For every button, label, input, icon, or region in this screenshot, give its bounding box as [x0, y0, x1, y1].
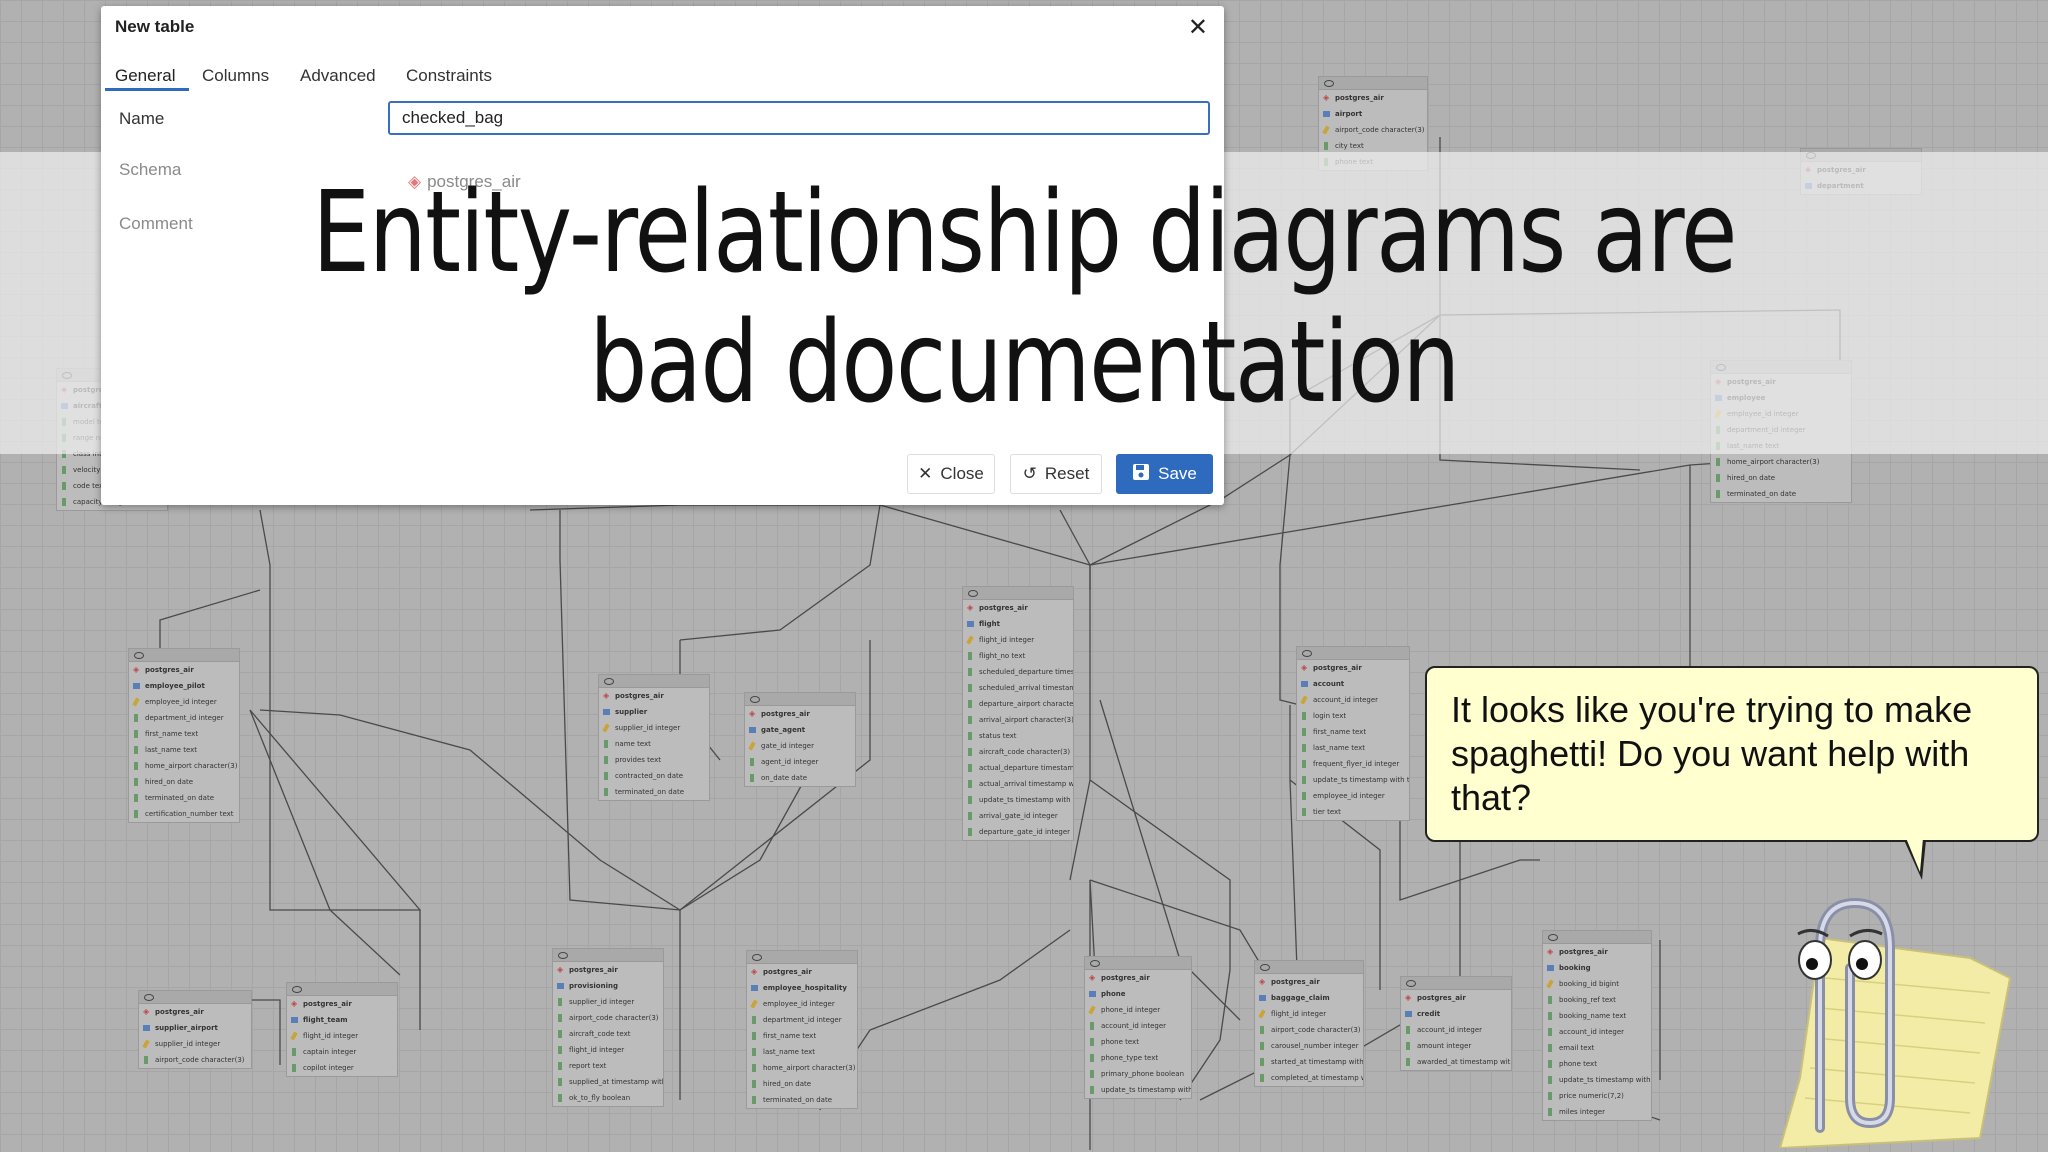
save-button[interactable]: Save — [1116, 454, 1213, 494]
erd-table-flight[interactable]: postgres_airflight flight_id integerflig… — [962, 586, 1074, 841]
close-icon[interactable]: ✕ — [1188, 16, 1208, 40]
erd-table-phone[interactable]: postgres_airphone phone_id integeraccoun… — [1084, 956, 1192, 1099]
headline-line-2: bad documentation — [589, 298, 1460, 428]
reset-icon: ↺ — [1022, 464, 1037, 483]
close-button[interactable]: ✕ Close — [907, 454, 995, 494]
tab-constraints[interactable]: Constraints — [406, 66, 492, 86]
right-eyebrow — [1849, 929, 1883, 938]
tab-advanced[interactable]: Advanced — [300, 66, 376, 86]
headline-line-1: Entity-relationship diagrams are — [312, 168, 1737, 298]
erd-table-booking[interactable]: postgres_airbooking booking_id bigintboo… — [1542, 930, 1652, 1121]
assistant-speech-bubble: It looks like you're trying to make spag… — [1425, 666, 2039, 842]
erd-table-supplier[interactable]: postgres_airsupplier supplier_id integer… — [598, 674, 710, 801]
erd-table-account[interactable]: postgres_airaccount account_id integerlo… — [1296, 646, 1410, 821]
active-tab-indicator — [105, 88, 189, 91]
table-name-input[interactable] — [388, 101, 1210, 135]
erd-table-baggage-claim[interactable]: postgres_airbaggage_claim flight_id inte… — [1254, 960, 1364, 1087]
erd-table-credit[interactable]: postgres_aircredit account_id integeramo… — [1400, 976, 1512, 1071]
tab-general[interactable]: General — [115, 66, 175, 86]
tab-columns[interactable]: Columns — [202, 66, 269, 86]
speech-bubble-tail-fill — [1906, 838, 1923, 872]
dialog-title: New table — [115, 17, 195, 36]
erd-table-supplier-airport[interactable]: postgres_airsupplier_airport supplier_id… — [138, 990, 252, 1069]
close-x-icon: ✕ — [918, 464, 933, 483]
erd-table-provisioning[interactable]: postgres_airprovisioning supplier_id int… — [552, 948, 664, 1107]
erd-table-gate-agent[interactable]: postgres_airgate_agent gate_id integerag… — [744, 692, 856, 787]
headline: Entity-relationship diagrams are bad doc… — [0, 168, 2048, 428]
save-button-label: Save — [1158, 464, 1197, 483]
erd-table-employee-hospitality[interactable]: postgres_airemployee_hospitality employe… — [746, 950, 858, 1109]
left-pupil — [1806, 958, 1818, 970]
reset-button[interactable]: ↺ Reset — [1010, 454, 1102, 494]
save-icon — [1132, 463, 1150, 486]
dialog-tabs: General Columns Advanced Constraints — [101, 58, 1224, 98]
erd-table-employee-pilot[interactable]: postgres_airemployee_pilot employee_id i… — [128, 648, 240, 823]
erd-table-flight-team[interactable]: postgres_airflight_team flight_id intege… — [286, 982, 398, 1077]
reset-button-label: Reset — [1044, 464, 1090, 483]
right-pupil — [1856, 958, 1868, 970]
name-label: Name — [119, 109, 165, 128]
close-button-label: Close — [940, 464, 984, 483]
paperclip-assistant-icon[interactable] — [1740, 898, 2020, 1148]
